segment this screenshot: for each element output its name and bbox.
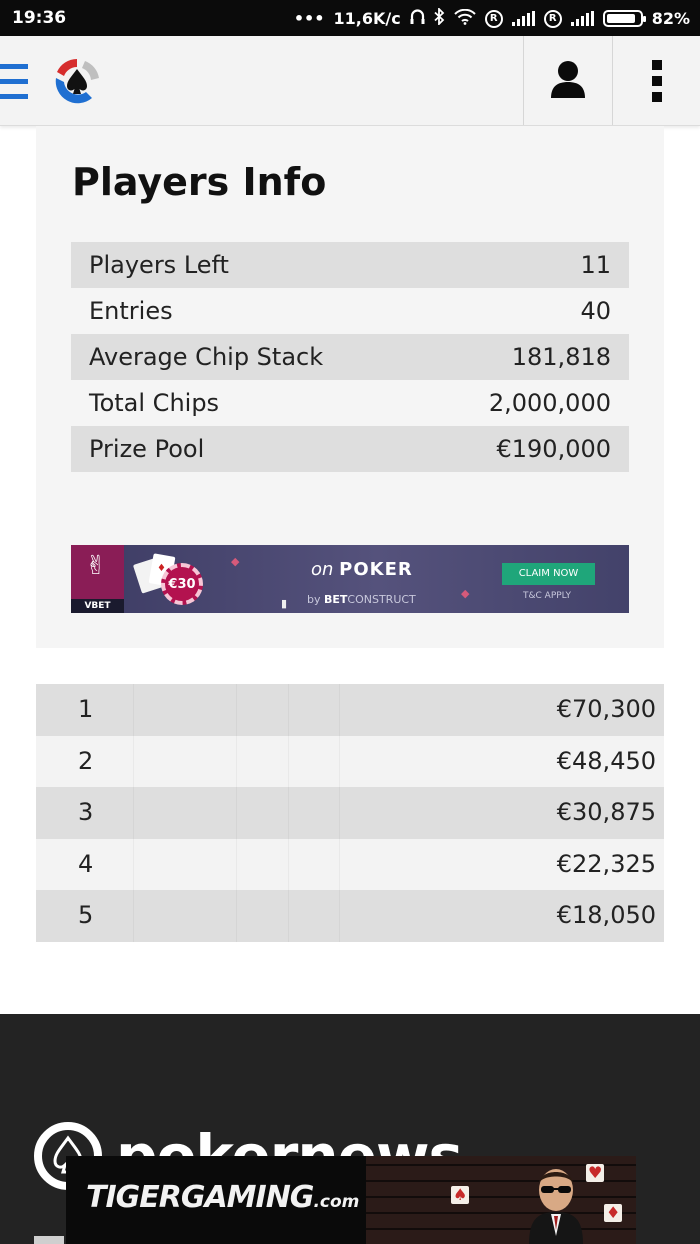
battery-icon [602, 10, 646, 27]
card-deco-icon: ♦ [604, 1203, 623, 1222]
victory-hand-icon: ✌ [85, 551, 107, 581]
byline-prefix: by [307, 593, 321, 606]
banner-headline-main: POKER [339, 559, 413, 580]
payout-prize: €30,875 [556, 798, 656, 827]
chip-amount: €30 [161, 563, 203, 605]
info-row: Total Chips 2,000,000 [71, 380, 629, 426]
app-header [0, 36, 700, 126]
status-bar: 19:36 ••• 11,6K/c R R 82% [0, 0, 700, 36]
payout-prize: €22,325 [556, 849, 656, 878]
more-vertical-icon [651, 59, 662, 102]
terms-link[interactable]: T&C APPLY [523, 591, 571, 601]
payout-prize: €48,450 [556, 746, 656, 775]
info-value: 181,818 [511, 343, 611, 371]
payout-place: 5 [78, 901, 94, 930]
roaming-indicator-1: R [484, 9, 503, 28]
user-account-button[interactable] [523, 36, 612, 125]
battery-percent: 82% [651, 9, 690, 28]
info-label: Prize Pool [89, 435, 205, 463]
payout-place: 4 [78, 849, 94, 878]
payout-place: 2 [78, 746, 94, 775]
more-options-button[interactable] [612, 36, 700, 125]
pokernews-logo-icon[interactable] [52, 56, 102, 106]
signal-icon-2 [570, 11, 594, 26]
info-value: 2,000,000 [488, 389, 611, 417]
table-row: 4 €22,325 [36, 838, 664, 891]
roaming-indicator-2: R [543, 9, 562, 28]
info-row: Entries 40 [71, 288, 629, 334]
user-icon [551, 60, 585, 102]
tigergaming-suffix: .com [313, 1192, 360, 1212]
signal-icon-1 [511, 11, 535, 26]
tigergaming-banner-ad[interactable]: TIGERGAMING.com ♠ ♥ ♦ [66, 1156, 636, 1244]
info-value: €190,000 [496, 435, 611, 463]
man-in-sunglasses-image [511, 1156, 601, 1244]
chip-deco-icon: ◆ [461, 587, 470, 600]
table-row: 3 €30,875 [36, 787, 664, 839]
status-indicators: ••• 11,6K/c R R 82% [293, 6, 690, 29]
vbet-label: VBET [71, 599, 124, 613]
table-row: 5 €18,050 [36, 890, 664, 942]
payout-place: 3 [78, 798, 94, 827]
info-label: Total Chips [89, 389, 220, 417]
banner-headline: on POKER [311, 559, 413, 580]
vbet-poker-banner-ad[interactable]: ✌ VBET ♦ €30 ◆ ▮ ◆ on POKER by BETCONSTR… [71, 545, 629, 613]
info-value: 11 [580, 251, 611, 279]
bluetooth-icon [434, 6, 445, 29]
payout-prize: €70,300 [556, 695, 656, 723]
tigergaming-logo: TIGERGAMING.com [86, 1180, 359, 1215]
payout-prize: €18,050 [556, 901, 656, 930]
info-row: Average Chip Stack 181,818 [71, 334, 629, 380]
card-deco-icon: ♠ [451, 1185, 470, 1204]
headphones-icon [410, 8, 425, 29]
byline-brand-bold: BET [324, 593, 348, 606]
banner-byline: by BETCONSTRUCT [307, 593, 416, 606]
banner-headline-prefix: on [311, 559, 334, 580]
info-label: Entries [89, 297, 173, 325]
byline-brand-rest: CONSTRUCT [347, 593, 416, 606]
status-time: 19:36 [12, 8, 67, 28]
wifi-icon [453, 8, 476, 29]
card-deco-icon: ▮ [281, 597, 288, 610]
hamburger-menu-icon[interactable] [0, 64, 28, 100]
chip-deco-icon: ◆ [231, 555, 240, 568]
info-row: Players Left 11 [71, 242, 629, 288]
players-info-title: Players Info [72, 160, 327, 204]
footer-link-stub [34, 1236, 64, 1244]
players-info-table: Players Left 11 Entries 40 Average Chip … [71, 242, 629, 472]
table-row: 2 €48,450 [36, 735, 664, 788]
tigergaming-brand: TIGERGAMING [86, 1180, 314, 1215]
info-value: 40 [580, 297, 611, 325]
vbet-logo: ✌ VBET [71, 545, 124, 613]
claim-now-button[interactable]: CLAIM NOW [502, 563, 595, 585]
info-label: Players Left [89, 251, 229, 279]
payout-place: 1 [78, 695, 94, 723]
info-row: Prize Pool €190,000 [71, 426, 629, 472]
network-speed: 11,6K/c [333, 9, 401, 28]
info-label: Average Chip Stack [89, 343, 324, 371]
players-info-card: Players Info Players Left 11 Entries 40 … [36, 126, 664, 648]
payouts-table: 1 €70,300 2 €48,450 3 €30,875 4 €22,325 … [36, 684, 664, 942]
table-row: 1 €70,300 [36, 684, 664, 736]
more-notifications-icon: ••• [293, 9, 325, 28]
